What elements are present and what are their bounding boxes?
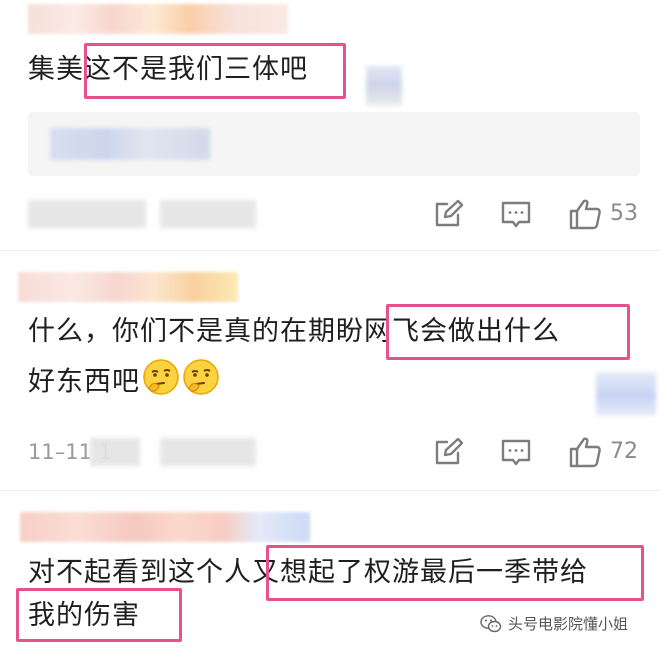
avatar-redacted: [366, 66, 402, 106]
edit-share-icon: [435, 199, 464, 227]
reply-button[interactable]: [500, 194, 532, 234]
like-button[interactable]: 53: [568, 194, 638, 234]
comment-icon: [501, 439, 531, 466]
watermark: 头号电影院懂小姐: [480, 612, 628, 636]
username-redacted: [18, 272, 238, 302]
reply-button[interactable]: [500, 432, 532, 472]
thinking-face-icon: [142, 358, 180, 408]
like-button[interactable]: 72: [568, 432, 638, 472]
like-count: 53: [610, 201, 638, 226]
username-redacted: [20, 512, 310, 542]
divider: [0, 250, 660, 251]
highlight-box: [16, 588, 182, 642]
thumbs-up-icon: [569, 199, 601, 230]
highlight-box: [84, 43, 346, 99]
quoted-text-redacted: [50, 128, 210, 160]
edit-share-icon: [435, 437, 464, 465]
wechat-icon: [480, 615, 502, 633]
watermark-text: 头号电影院懂小姐: [508, 615, 629, 633]
avatar-redacted: [596, 372, 656, 416]
thumbs-up-icon: [569, 437, 601, 468]
comment-actions: 53: [0, 194, 660, 234]
highlight-box: [386, 304, 630, 360]
share-button[interactable]: [432, 194, 464, 234]
highlight-box: [266, 545, 644, 601]
share-button[interactable]: [432, 432, 464, 472]
comment-text-line: 好东西吧: [28, 366, 140, 398]
comment-text-line2: 好东西吧: [28, 358, 220, 408]
comment-icon: [501, 201, 531, 228]
divider: [0, 490, 660, 491]
like-count: 72: [610, 439, 638, 464]
username-redacted: [28, 4, 288, 34]
comment-actions: 72: [0, 432, 660, 472]
thinking-face-icon: [182, 358, 220, 408]
